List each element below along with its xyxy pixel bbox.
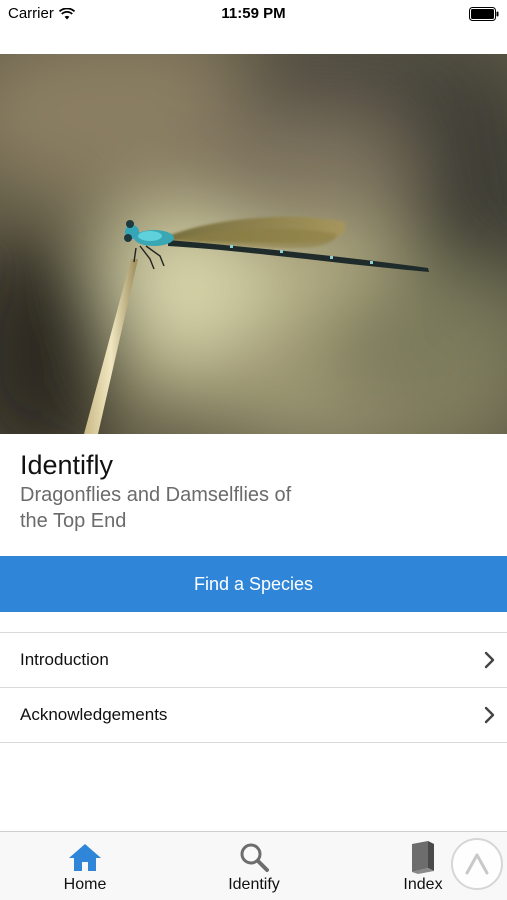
tab-bar: Home Identify Index (0, 831, 507, 900)
tab-label: Identify (228, 876, 280, 893)
battery-icon (469, 7, 499, 21)
menu-item-introduction[interactable]: Introduction (0, 633, 507, 688)
app-title: Identifly (20, 450, 114, 480)
app-screen: Carrier 11:59 PM Identifly Dragonflies a… (0, 0, 507, 900)
tab-home[interactable]: Home (30, 832, 140, 900)
status-time: 11:59 PM (221, 5, 286, 22)
home-icon (69, 844, 101, 871)
menu-item-acknowledgements[interactable]: Acknowledgements (0, 688, 507, 743)
tab-label: Index (403, 876, 443, 893)
app-header: Identifly Dragonflies and Damselflies of… (20, 448, 490, 534)
chevron-right-icon (484, 706, 495, 724)
find-species-button[interactable]: Find a Species (0, 556, 507, 612)
app-subtitle: Dragonflies and Damselflies of the Top E… (20, 484, 292, 532)
chevron-right-icon (484, 651, 495, 669)
search-icon (240, 843, 269, 872)
tab-identify[interactable]: Identify (199, 832, 309, 900)
menu-item-label: Acknowledgements (20, 705, 168, 724)
damselfly-photo (0, 54, 507, 434)
hero-image (0, 54, 507, 434)
book-icon (412, 841, 434, 874)
tab-label: Home (63, 876, 107, 893)
menu-item-label: Introduction (20, 650, 109, 669)
scroll-to-top-button[interactable] (451, 838, 503, 890)
status-bar: Carrier 11:59 PM (0, 0, 507, 28)
menu-list: Introduction Acknowledgements (0, 632, 507, 743)
chevron-up-icon (465, 853, 489, 875)
